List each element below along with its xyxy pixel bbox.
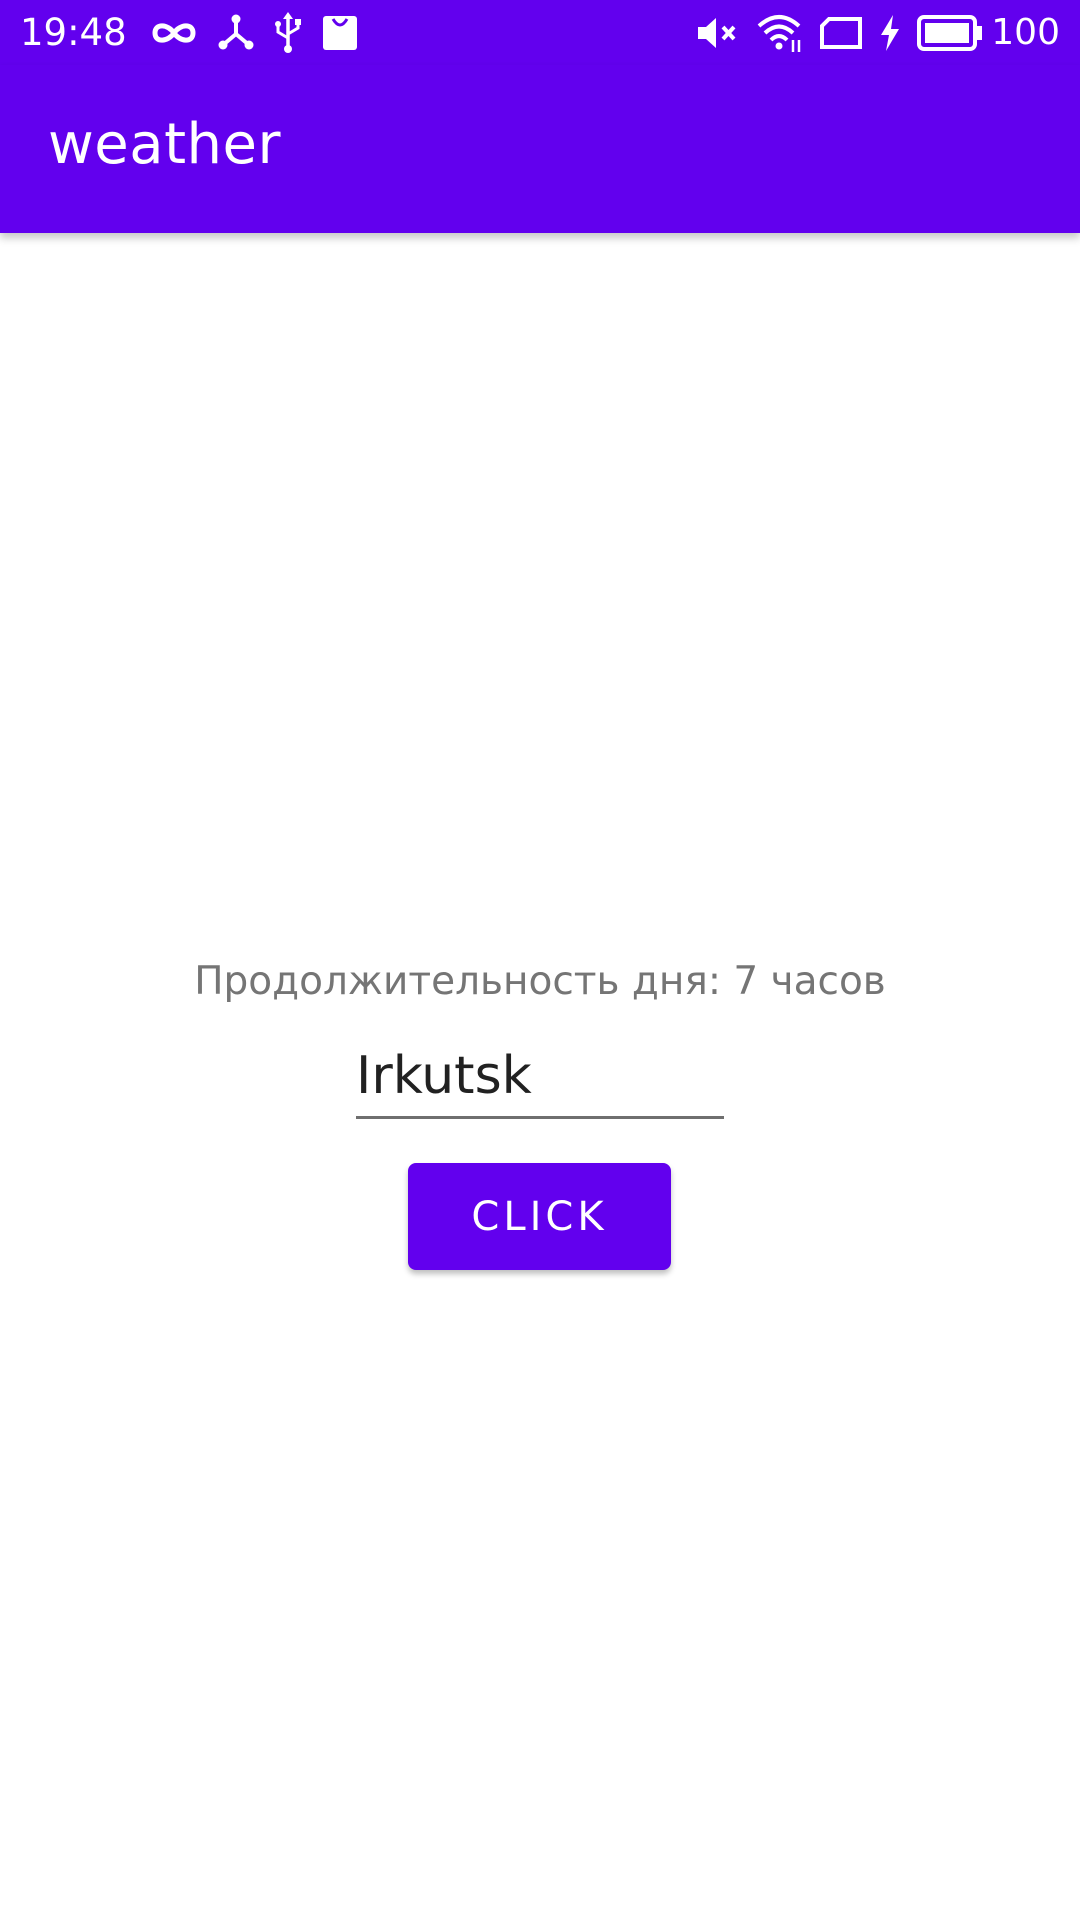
city-input[interactable] — [356, 1035, 724, 1119]
battery-percentage: 100 — [991, 12, 1060, 53]
status-bar: 19:48 100 — [0, 0, 1080, 65]
status-bar-right: 100 — [695, 0, 1060, 65]
charging-icon — [879, 14, 901, 51]
shopping-bag-icon — [321, 13, 359, 53]
app-screen: 19:48 100 weather Продолжительность дня:… — [0, 0, 1080, 1920]
status-bar-left: 19:48 — [20, 0, 377, 65]
day-length-text: Продолжительность дня: 7 часов — [194, 959, 886, 1004]
sim-card-icon — [819, 16, 863, 50]
click-button[interactable]: CLICK — [408, 1163, 671, 1270]
usb-icon — [273, 11, 303, 54]
wifi-icon — [755, 12, 803, 54]
volume-muted-icon — [695, 14, 739, 52]
app-toolbar: weather — [0, 65, 1080, 233]
hub-icon — [217, 14, 255, 52]
status-time: 19:48 — [20, 11, 127, 54]
app-title: weather — [48, 112, 281, 177]
battery-icon — [917, 14, 983, 51]
infinity-icon — [149, 18, 199, 48]
